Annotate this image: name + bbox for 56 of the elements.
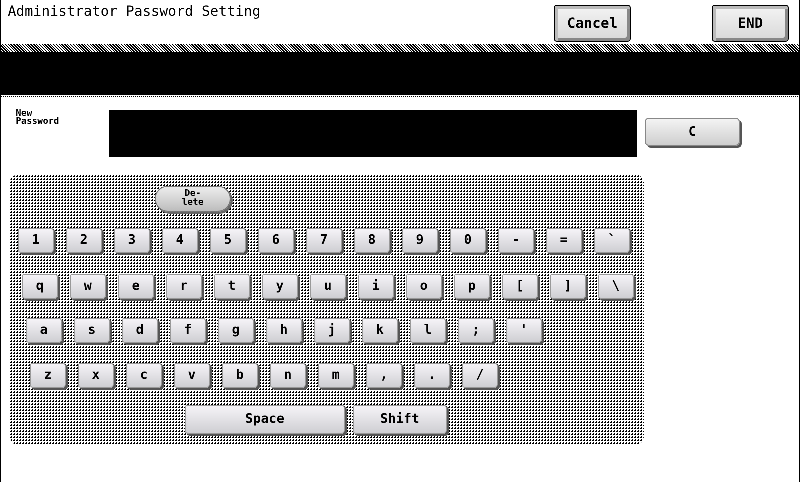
keyboard-key[interactable]: d (122, 318, 158, 343)
keyboard-key[interactable]: g (218, 318, 254, 343)
keyboard-key[interactable]: x (78, 363, 114, 388)
keyboard-key[interactable]: j (314, 318, 350, 343)
keyboard-key[interactable]: , (366, 363, 402, 388)
password-field[interactable] (109, 110, 637, 157)
keyboard-key[interactable]: h (266, 318, 302, 343)
keyboard-key[interactable]: / (462, 363, 498, 388)
keyboard-key[interactable]: f (170, 318, 206, 343)
keyboard-key[interactable]: ] (550, 274, 586, 299)
keyboard-key[interactable]: i (358, 274, 394, 299)
keyboard-key[interactable]: p (454, 274, 490, 299)
keyboard-key[interactable]: z (30, 363, 66, 388)
keyboard-key[interactable]: \ (598, 274, 634, 299)
keyboard-key[interactable]: [ (502, 274, 538, 299)
keyboard-key[interactable]: 8 (354, 228, 390, 253)
keyboard-key[interactable]: 2 (66, 228, 102, 253)
keyboard-key[interactable]: 7 (306, 228, 342, 253)
keyboard-key[interactable]: w (70, 274, 106, 299)
keyboard-key[interactable]: b (222, 363, 258, 388)
field-label: New Password (15, 110, 60, 126)
keyboard-key[interactable]: 4 (162, 228, 198, 253)
keyboard-key[interactable]: t (214, 274, 250, 299)
keyboard-key[interactable]: o (406, 274, 442, 299)
keyboard-key[interactable]: ` (594, 228, 630, 253)
keyboard-key[interactable]: a (26, 318, 62, 343)
keyboard-key[interactable]: 0 (450, 228, 486, 253)
keyboard-key[interactable]: u (310, 274, 346, 299)
keyboard-key[interactable]: 6 (258, 228, 294, 253)
keyboard-key[interactable]: - (498, 228, 534, 253)
keyboard-key[interactable]: . (414, 363, 450, 388)
keyboard-key[interactable]: ; (458, 318, 494, 343)
keyboard-key[interactable]: ' (506, 318, 542, 343)
keyboard-key[interactable]: = (546, 228, 582, 253)
clear-button[interactable]: C (645, 118, 740, 146)
keyboard-key[interactable]: s (74, 318, 110, 343)
keyboard-key[interactable]: l (410, 318, 446, 343)
header-button[interactable]: Cancel (554, 5, 631, 42)
keyboard-key[interactable]: e (118, 274, 154, 299)
header-button[interactable]: END (712, 5, 789, 42)
shift-key[interactable]: Shift (353, 405, 447, 434)
keyboard-key[interactable]: 9 (402, 228, 438, 253)
keyboard-key[interactable]: c (126, 363, 162, 388)
keyboard-key[interactable]: m (318, 363, 354, 388)
window-title: Administrator Password Setting (7, 3, 261, 22)
keyboard-key[interactable]: q (22, 274, 58, 299)
keyboard-key[interactable]: n (270, 363, 306, 388)
delete-key[interactable]: De-lete (155, 186, 231, 212)
keyboard-key[interactable]: r (166, 274, 202, 299)
space-key[interactable]: Space (185, 405, 345, 434)
keyboard-key[interactable]: 1 (18, 228, 54, 253)
keyboard-key[interactable]: k (362, 318, 398, 343)
keyboard-key[interactable]: v (174, 363, 210, 388)
keyboard-key[interactable]: 5 (210, 228, 246, 253)
keyboard-key[interactable]: y (262, 274, 298, 299)
keyboard-key[interactable]: 3 (114, 228, 150, 253)
